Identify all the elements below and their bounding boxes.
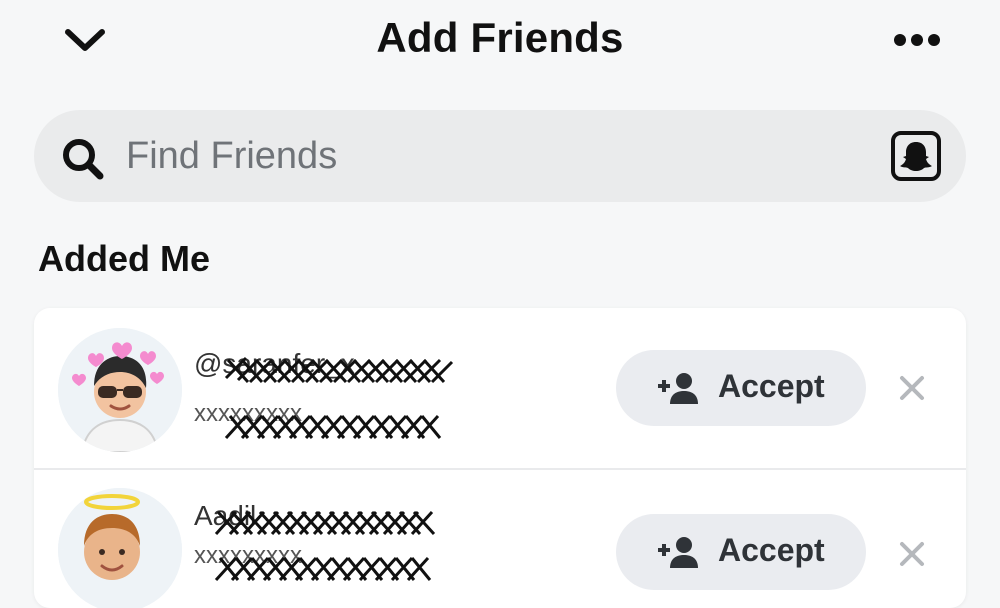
avatar[interactable] [58, 488, 182, 608]
snapcode-icon[interactable] [890, 130, 942, 182]
friend-name: @saranfer_x [194, 348, 355, 379]
add-friend-icon [656, 536, 700, 568]
search-icon [60, 136, 106, 182]
avatar[interactable] [58, 328, 182, 452]
search-bar[interactable] [34, 110, 966, 202]
friend-username: xxxxxxxxx [194, 400, 302, 427]
friend-username: xxxxxxxxx [194, 542, 302, 569]
list-item: Aadil xxxxxxxxx Accept [34, 468, 966, 608]
close-icon[interactable] [898, 374, 926, 402]
top-bar: Add Friends [0, 0, 1000, 80]
more-options-icon[interactable] [888, 26, 948, 54]
search-input[interactable] [126, 124, 846, 188]
close-icon[interactable] [898, 540, 926, 568]
page-title: Add Friends [376, 14, 624, 61]
list-item: @saranfer_x xxxxxxxxx Accept [34, 308, 966, 468]
add-friend-icon [656, 372, 700, 404]
added-me-list: @saranfer_x xxxxxxxxx Accept Aadil xxxxx… [34, 308, 966, 608]
friend-name: Aadil [194, 500, 257, 531]
accept-label: Accept [718, 368, 825, 404]
section-heading: Added Me [38, 238, 211, 279]
accept-button[interactable]: Accept [616, 350, 866, 426]
accept-button[interactable]: Accept [616, 514, 866, 590]
accept-label: Accept [718, 532, 825, 568]
